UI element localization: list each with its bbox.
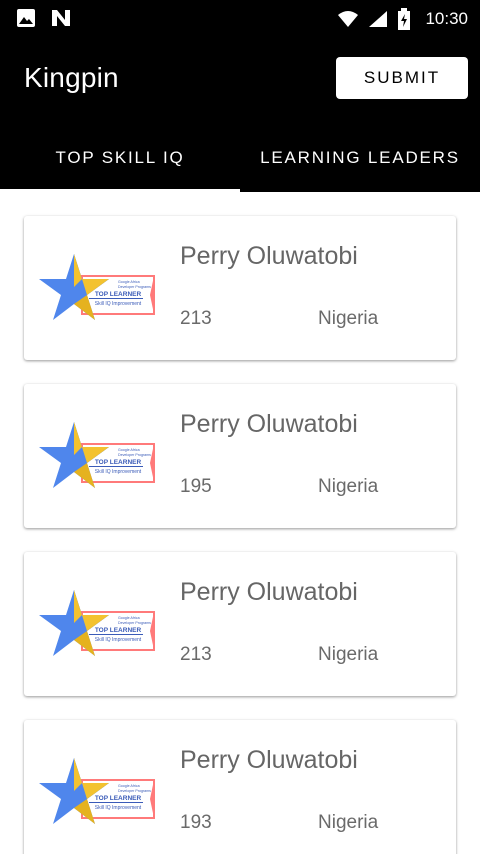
tab-top-skill-iq[interactable]: TOP SKILL IQ	[0, 124, 240, 192]
status-time: 10:30	[425, 9, 468, 28]
tab-bar: TOP SKILL IQ LEARNING LEADERS	[0, 124, 480, 192]
badge-title: TOP LEARNER	[95, 291, 142, 298]
learner-country: Nigeria	[318, 308, 379, 329]
badge-title: TOP LEARNER	[95, 459, 142, 466]
badge-line1: Google Africa	[118, 280, 140, 284]
badge-line1: Google Africa	[118, 784, 140, 788]
submit-button[interactable]: SUBMIT	[336, 57, 468, 99]
learner-score: 193	[180, 812, 212, 833]
badge-subtitle: Skill IQ Improvement	[95, 637, 142, 643]
badge-line1: Google Africa	[118, 616, 140, 620]
top-learner-badge: Google Africa Developer Programs TOP LEA…	[34, 254, 158, 324]
list-item[interactable]: Google Africa Developer Programs TOP LEA…	[24, 216, 456, 360]
top-learner-badge: Google Africa Developer Programs TOP LEA…	[34, 422, 158, 492]
badge-line2: Developer Programs	[118, 621, 151, 625]
learner-score: 213	[180, 644, 212, 665]
n-logo-icon	[52, 10, 70, 26]
signal-icon	[369, 11, 388, 27]
status-bar: 10:30	[0, 0, 480, 36]
list-item[interactable]: Google Africa Developer Programs TOP LEA…	[24, 720, 456, 854]
learner-country: Nigeria	[318, 644, 379, 665]
learner-name: Perry Oluwatobi	[180, 746, 358, 774]
badge-line2: Developer Programs	[118, 453, 151, 457]
learner-score: 213	[180, 308, 212, 329]
badge-subtitle: Skill IQ Improvement	[95, 805, 142, 811]
badge-title: TOP LEARNER	[95, 795, 142, 802]
status-bar-left	[16, 8, 72, 28]
badge-line2: Developer Programs	[118, 789, 151, 793]
learner-name: Perry Oluwatobi	[180, 242, 358, 270]
learner-country: Nigeria	[318, 812, 379, 833]
tab-learning-leaders[interactable]: LEARNING LEADERS	[240, 124, 480, 192]
list-item[interactable]: Google Africa Developer Programs TOP LEA…	[24, 384, 456, 528]
battery-icon	[398, 8, 411, 30]
status-bar-right: 10:30	[337, 8, 468, 30]
list-item[interactable]: Google Africa Developer Programs TOP LEA…	[24, 552, 456, 696]
learner-name: Perry Oluwatobi	[180, 410, 358, 438]
learner-name: Perry Oluwatobi	[180, 578, 358, 606]
top-learner-badge: Google Africa Developer Programs TOP LEA…	[34, 758, 158, 828]
wifi-icon	[338, 11, 359, 27]
learner-score: 195	[180, 476, 212, 497]
badge-subtitle: Skill IQ Improvement	[95, 469, 142, 475]
badge-title: TOP LEARNER	[95, 627, 142, 634]
top-learner-badge: Google Africa Developer Programs TOP LEA…	[34, 590, 158, 660]
leaderboard-list: Google Africa Developer Programs TOP LEA…	[0, 192, 480, 854]
image-icon	[17, 9, 35, 27]
badge-subtitle: Skill IQ Improvement	[95, 301, 142, 307]
app-bar: Kingpin SUBMIT	[0, 36, 480, 124]
app-title: Kingpin	[24, 62, 119, 93]
badge-line1: Google Africa	[118, 448, 140, 452]
learner-country: Nigeria	[318, 476, 379, 497]
badge-line2: Developer Programs	[118, 285, 151, 289]
